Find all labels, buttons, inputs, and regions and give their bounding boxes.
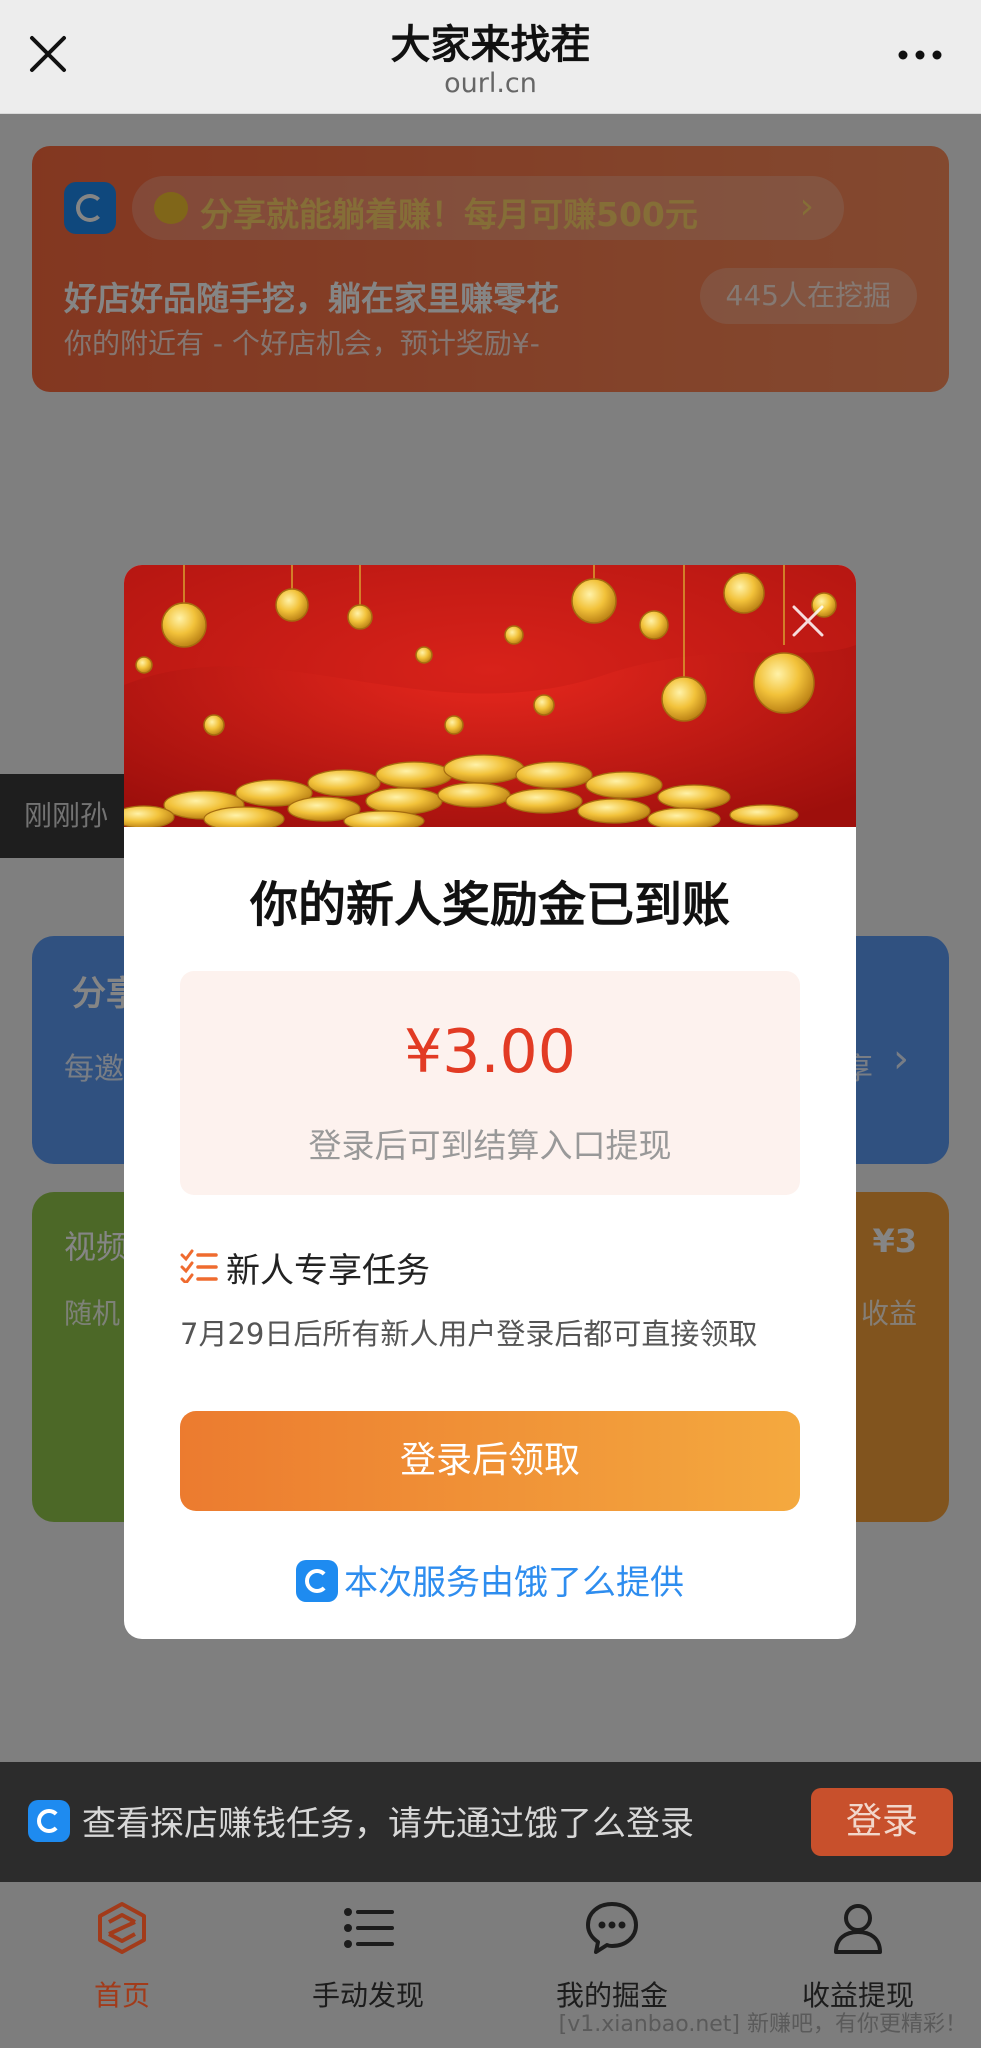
new-user-reward-modal: 你的新人奖励金已到账 ¥3.00 登录后可到结算入口提现 新人专享任务 7月29… <box>124 565 856 1639</box>
home-cube-icon <box>98 1902 146 1954</box>
bottom-tab-bar: 首页 手动发现 我的掘金 收益提现 [v1.xianbao.net] 新赚吧，有… <box>0 1882 981 2048</box>
reward-amount-note: 登录后可到结算入口提现 <box>308 1126 672 1165</box>
powered-by: 本次服务由饿了么提供 <box>124 1555 856 1604</box>
reward-amount-box: ¥3.00 登录后可到结算入口提现 <box>180 971 800 1195</box>
watermark: [v1.xianbao.net] 新赚吧，有你更精彩！ <box>558 2012 967 2037</box>
chat-bubble-icon <box>586 1902 638 1954</box>
gold-coins-illustration <box>124 565 856 827</box>
task-title: 新人专享任务 <box>226 1251 430 1291</box>
tab-home[interactable]: 首页 <box>22 1900 222 2030</box>
login-bar: 查看探店赚钱任务，请先通过饿了么登录 登录 <box>0 1762 981 1882</box>
task-list-icon <box>180 1249 218 1283</box>
tab-discover[interactable]: 手动发现 <box>268 1900 468 2030</box>
more-icon[interactable] <box>895 40 945 70</box>
top-bar: 大家来找茬 ourl.cn <box>0 0 981 114</box>
eleme-logo-icon <box>296 1560 338 1602</box>
modal-close-icon[interactable] <box>788 601 828 641</box>
task-description: 7月29日后所有新人用户登录后都可直接领取 <box>180 1317 758 1351</box>
reward-amount: ¥3.00 <box>404 1017 576 1087</box>
login-prompt-text: 查看探店赚钱任务，请先通过饿了么登录 <box>82 1804 694 1844</box>
page-title: 大家来找茬 <box>390 22 591 68</box>
claim-after-login-button[interactable]: 登录后领取 <box>180 1411 800 1511</box>
modal-title: 你的新人奖励金已到账 <box>249 877 730 933</box>
tab-home-label: 首页 <box>93 1979 150 2012</box>
powered-by-text: 本次服务由饿了么提供 <box>344 1563 684 1603</box>
user-icon <box>834 1904 882 1954</box>
gold-coins-banner <box>124 565 856 827</box>
page-url: ourl.cn <box>444 68 537 99</box>
list-icon <box>344 1908 394 1948</box>
eleme-logo-icon <box>28 1800 70 1842</box>
tab-discover-label: 手动发现 <box>311 1979 424 2012</box>
login-button[interactable]: 登录 <box>811 1788 953 1856</box>
